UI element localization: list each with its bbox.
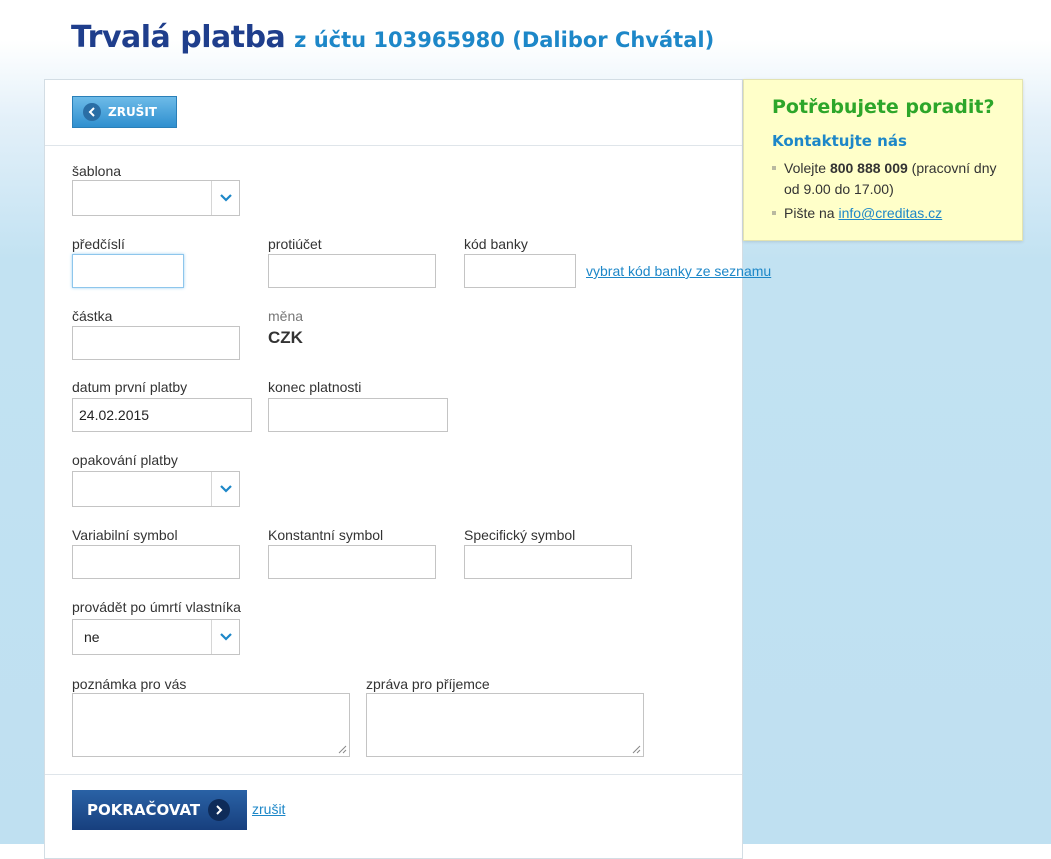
constant-symbol-input[interactable] [268,545,436,579]
help-subtitle: Kontaktujte nás [772,132,907,150]
chevron-left-icon [83,103,101,121]
page-title-main: Trvalá platba [71,20,286,55]
help-title: Potřebujete poradit? [772,96,995,118]
cancel-button-label: ZRUŠIT [108,105,157,119]
divider [45,774,742,775]
help-box: Potřebujete poradit? Kontaktujte nás Vol… [743,79,1023,241]
help-email-link[interactable]: info@creditas.cz [838,205,942,221]
bank-code-label: kód banky [464,236,528,252]
page-title: Trvalá platba z účtu 103965980 (Dalibor … [71,20,714,55]
currency-label: měna [268,308,304,324]
help-call-prefix: Volejte [784,160,830,176]
variable-symbol-label: Variabilní symbol [72,527,178,543]
account-label: protiúčet [268,236,322,252]
constant-symbol-label: Konstantní symbol [268,527,384,543]
note-recipient-label: zpráva pro příjemce [366,676,490,692]
specific-symbol-label: Specifický symbol [464,527,576,543]
repeat-select[interactable] [72,471,240,507]
after-death-label: provádět po úmrtí vlastníka [72,599,241,615]
note-recipient-textarea[interactable] [366,693,644,757]
help-email-item: Pište na info@creditas.cz [772,203,997,224]
help-phone: 800 888 009 [829,160,908,176]
cancel-link[interactable]: zrušit [252,801,285,817]
first-payment-date-label: datum první platby [72,379,188,395]
chevron-down-icon [211,181,239,215]
specific-symbol-input[interactable] [464,545,632,579]
prefix-input[interactable] [72,254,184,288]
payment-form-panel: ZRUŠIT šablona předčíslí protiúčet kód b… [44,79,771,859]
first-payment-date-input[interactable]: 24.02.2015 [72,398,252,432]
continue-button-label: POKRAČOVAT [87,801,201,819]
bullet-icon [772,166,776,170]
cancel-button[interactable]: ZRUŠIT [72,96,177,128]
continue-button[interactable]: POKRAČOVAT [72,790,247,830]
chevron-down-icon [211,472,239,506]
chevron-right-icon [208,799,231,821]
template-select[interactable] [72,180,240,216]
page-title-account: z účtu 103965980 (Dalibor Chvátal) [294,28,715,52]
valid-until-label: konec platnosti [268,379,362,395]
prefix-label: předčíslí [72,236,125,252]
note-self-label: poznámka pro vás [72,676,187,692]
amount-label: částka [72,308,113,324]
variable-symbol-input[interactable] [72,545,240,579]
valid-until-input[interactable] [268,398,448,432]
template-label: šablona [72,163,122,179]
help-write-prefix: Pište na [784,205,839,221]
bullet-icon [772,211,776,215]
help-contact-list: Volejte 800 888 009 (pracovní dny od 9.0… [772,158,997,227]
amount-input[interactable] [72,326,240,360]
after-death-select-value: ne [84,629,100,645]
divider [45,145,742,146]
repeat-label: opakování platby [72,452,178,468]
note-self-textarea[interactable] [72,693,350,757]
chevron-down-icon [211,620,239,654]
currency-value: CZK [268,328,303,347]
select-bank-code-link[interactable]: vybrat kód banky ze seznamu [586,263,771,279]
bank-code-input[interactable] [464,254,576,288]
account-input[interactable] [268,254,436,288]
after-death-select[interactable]: ne [72,619,240,655]
resize-grip-icon[interactable] [338,745,347,754]
resize-grip-icon[interactable] [632,745,641,754]
help-phone-item: Volejte 800 888 009 (pracovní dny od 9.0… [772,158,997,200]
